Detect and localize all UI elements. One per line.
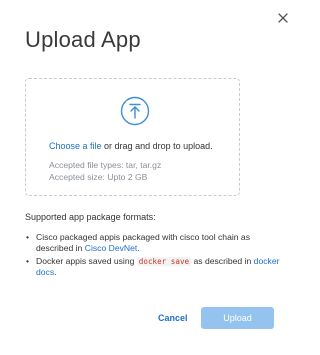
dialog-title: Upload App	[25, 27, 141, 52]
close-icon	[278, 13, 288, 23]
accepted-file-types: Accepted file types: tar, tar.gz	[49, 160, 162, 170]
file-dropzone[interactable]: Choose a file or drag and drop to upload…	[25, 78, 240, 196]
list-item: • Cisco packaged appis packaged with cis…	[25, 232, 280, 254]
list-item: • Docker appis saved using docker save a…	[25, 256, 280, 278]
choose-file-link[interactable]: Choose a file	[49, 141, 102, 151]
supported-formats-heading: Supported app package formats:	[25, 212, 156, 222]
drop-text: or drag and drop to upload.	[101, 141, 213, 151]
format-text: Cisco packaged appis packaged with cisco…	[36, 232, 251, 253]
accepted-size: Accepted size: Upto 2 GB	[49, 172, 148, 182]
close-button[interactable]	[275, 10, 291, 26]
supported-formats-list: • Cisco packaged appis packaged with cis…	[25, 232, 280, 280]
bullet-icon: •	[26, 256, 30, 266]
cisco-devnet-link[interactable]: Cisco DevNet	[85, 243, 138, 253]
upload-button[interactable]: Upload	[201, 307, 274, 329]
docker-save-code: docker save	[136, 257, 192, 266]
format-text-end: .	[54, 267, 57, 277]
upload-app-dialog: Upload App Choose a file or drag and dro…	[0, 0, 300, 355]
bullet-icon: •	[26, 232, 30, 242]
format-text-end: .	[137, 243, 140, 253]
upload-arrow-icon	[120, 96, 150, 126]
drop-instructions: Choose a file or drag and drop to upload…	[49, 141, 213, 151]
format-text: Docker appis saved using	[36, 256, 137, 266]
cancel-button[interactable]: Cancel	[158, 313, 188, 323]
format-text-middle: as described in	[191, 256, 254, 266]
